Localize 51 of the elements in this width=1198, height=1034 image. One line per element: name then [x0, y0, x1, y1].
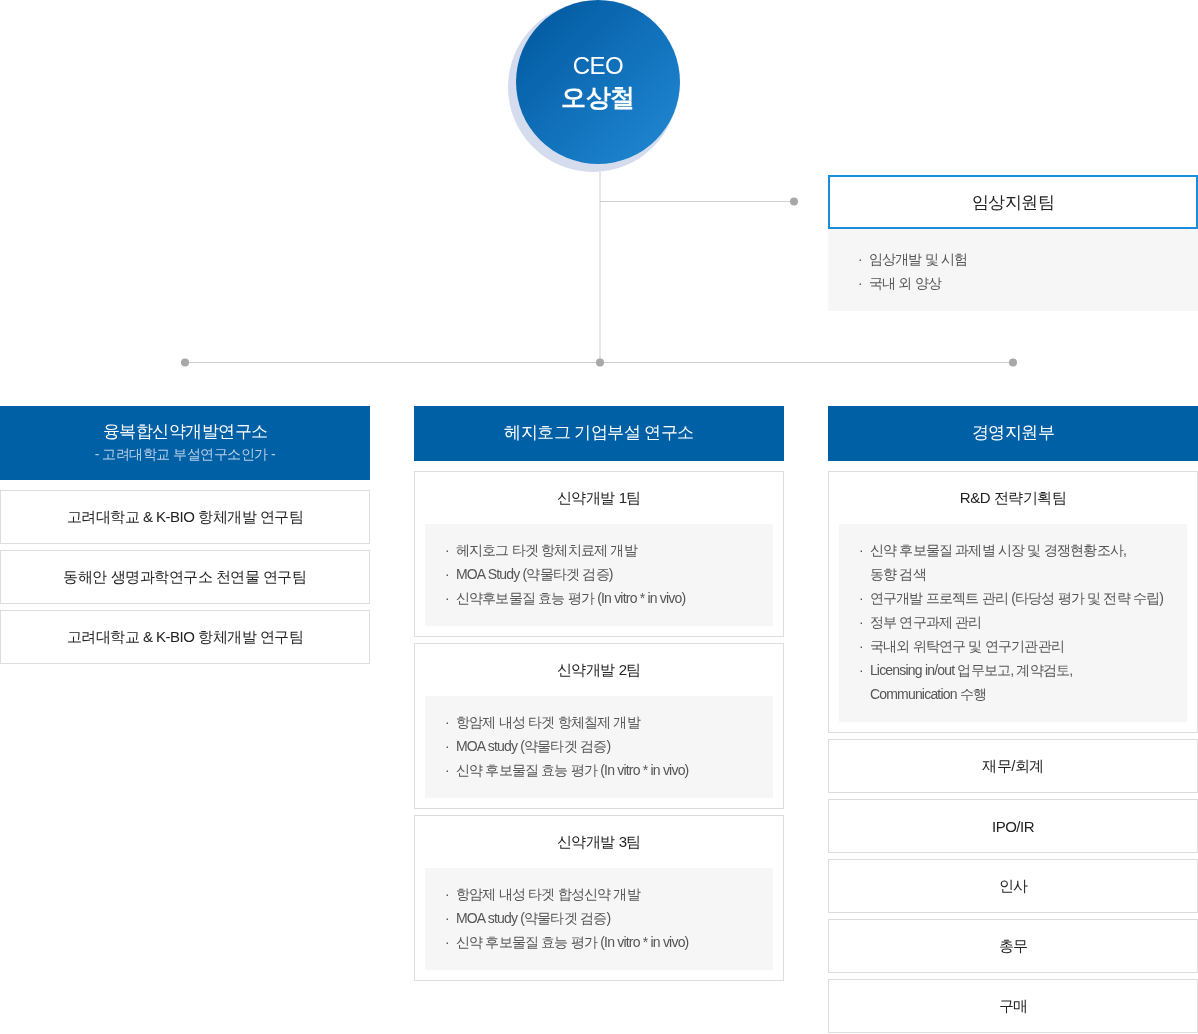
duty-text: 정부 연구과제 관리 [869, 613, 982, 632]
duty-text: 항암제 내성 타겟 항체칠제 개발 [455, 713, 640, 732]
bullet: · [445, 589, 449, 608]
bullet: · [858, 250, 862, 269]
bullet: · [445, 565, 449, 584]
duty-text: MOA Study (약물타겟 검증) [455, 565, 613, 584]
duty-text: 신약 후보물질 효능 평가 (In vitro * in vivo) [455, 933, 689, 952]
ceo-title: CEO [572, 51, 624, 81]
duty-text: 항암제 내성 타겟 합성신약 개발 [455, 885, 640, 904]
division-name: 융복합신약개발연구소 [102, 421, 268, 443]
team-name: IPO/IR [991, 816, 1035, 837]
bullet: · [445, 761, 449, 780]
duty-text: 임상개발 및 시험 [868, 250, 968, 269]
duty-text: 헤지호그 타겟 항체치료제 개발 [455, 541, 637, 560]
team-name: R&D 전략기획팀 [958, 487, 1068, 508]
bullet: · [445, 933, 449, 952]
team-name: 고려대학교 & K-BIO 항체개발 연구팀 [65, 506, 305, 527]
duty-text: MOA study (약물타겟 검증) [455, 737, 611, 756]
team-title: 임상지원팀 [828, 175, 1198, 229]
bullet: · [445, 909, 449, 928]
division-name: 헤지호그 기업부설 연구소 [504, 421, 694, 444]
team-name: 총무 [997, 935, 1029, 956]
bullet: · [859, 541, 863, 560]
team-name: 신약개발 1팀 [556, 487, 642, 508]
bullet: · [445, 713, 449, 732]
team-name: 인사 [997, 875, 1029, 896]
division-name: 경영지원부 [971, 421, 1055, 444]
team-name: 동해안 생명과학연구소 천연물 연구팀 [62, 566, 308, 587]
bullet: · [445, 541, 449, 560]
duty-text: 국내외 위탁연구 및 연구기관관리 [869, 637, 1064, 656]
bullet: · [859, 589, 863, 608]
team-name: 고려대학교 & K-BIO 항체개발 연구팀 [65, 626, 305, 647]
team-name: 신약개발 3팀 [556, 831, 642, 852]
duty-text: 국내 외 양상 [868, 274, 942, 293]
bullet: · [445, 885, 449, 904]
bullet: · [858, 274, 862, 293]
duty-text: 연구개발 프로젝트 관리 (타당성 평가 및 전략 수립) [869, 589, 1164, 608]
bullet: · [445, 737, 449, 756]
team-name: 구매 [997, 995, 1029, 1016]
bullet: · [859, 613, 863, 632]
duty-text: 신약후보물질 효능 평가 (In vitro * in vivo) [455, 589, 686, 608]
duty-text: Licensing in/out 업무보고, 계약검토, Communication 수행 [869, 661, 1073, 704]
bullet: · [859, 661, 863, 680]
division-subtitle: - 고려대학교 부설연구소인가 - [94, 445, 276, 464]
duty-text: MOA study (약물타겟 검증) [455, 909, 611, 928]
team-name: 신약개발 2팀 [556, 659, 642, 680]
duty-text: 신약 후보물질 과제별 시장 및 경쟁현황조사, 동향 검색 [869, 541, 1126, 584]
duty-text: 신약 후보물질 효능 평가 (In vitro * in vivo) [455, 761, 689, 780]
team-name: 재무/회계 [981, 755, 1045, 776]
ceo-name: 오상철 [561, 82, 635, 113]
bullet: · [859, 637, 863, 656]
